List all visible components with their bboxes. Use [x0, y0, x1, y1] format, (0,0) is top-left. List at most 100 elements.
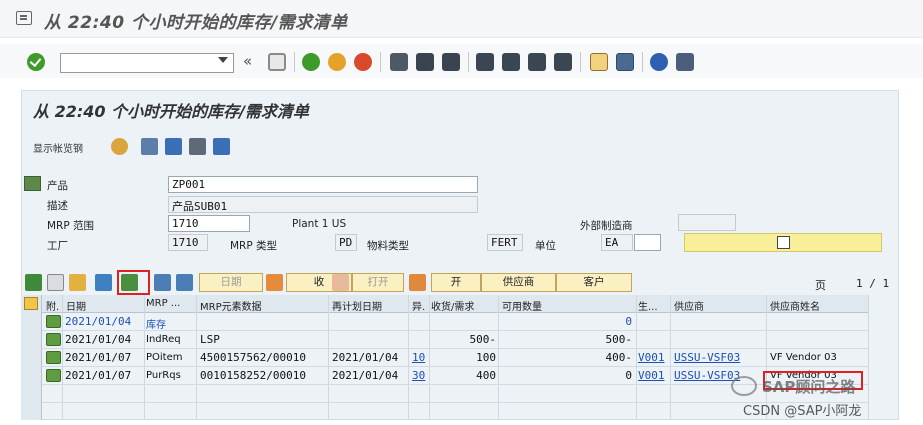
expand-icon[interactable]	[25, 274, 42, 291]
table-toolbar: 日期 收 打开 开 供应商 客户	[21, 272, 899, 294]
date-button[interactable]: 日期	[199, 273, 263, 292]
table-row[interactable]: 2021/01/04 IndReq LSP 500- 500-	[42, 331, 868, 349]
user-icon[interactable]	[111, 138, 128, 155]
material-type-label: 物料类型	[367, 240, 409, 252]
open-button[interactable]: 开	[431, 273, 481, 292]
page-label: 页	[815, 279, 826, 292]
column-header-element[interactable]: MRP元素数据	[200, 298, 262, 313]
mrp-type-field: PD	[335, 234, 357, 251]
cell-element-data: 4500157562/00010	[200, 351, 306, 364]
mrp-area-description: Plant 1 US	[292, 218, 347, 230]
find-icon[interactable]	[416, 53, 434, 71]
product-field[interactable]: ZP001	[168, 176, 478, 193]
first-page-icon[interactable]	[476, 53, 494, 71]
plant-label: 工厂	[47, 240, 68, 252]
row-selector-column	[21, 295, 42, 420]
sort-up-icon[interactable]	[154, 274, 171, 291]
row-detail-icon[interactable]	[46, 333, 61, 346]
find-next-icon[interactable]	[442, 53, 460, 71]
column-header-attach[interactable]: 附.	[46, 298, 59, 313]
cell-production[interactable]: V001	[638, 369, 665, 382]
binoculars-icon[interactable]	[47, 274, 64, 291]
enter-check-icon[interactable]	[27, 53, 45, 71]
chevron-down-icon[interactable]	[218, 57, 228, 63]
change-view-icon[interactable]	[95, 274, 112, 291]
cell-date: 2021/01/04	[65, 333, 132, 346]
row-detail-icon[interactable]	[46, 369, 61, 382]
row-detail-icon[interactable]	[46, 315, 61, 328]
product-icon[interactable]	[24, 176, 41, 191]
cell-exception[interactable]: 30	[412, 369, 425, 382]
column-header-available[interactable]: 可用数量	[502, 298, 542, 313]
show-overview-label[interactable]: 显示帐览钢	[33, 140, 83, 155]
cell-receipt-qty: 500-	[469, 333, 497, 346]
unit-label: 单位	[535, 240, 556, 252]
open-doc-icon[interactable]	[409, 274, 426, 291]
last-page-icon[interactable]	[554, 53, 572, 71]
table-row[interactable]: 2021/01/04 库存 0	[42, 313, 868, 331]
cell-production[interactable]: V001	[638, 351, 665, 364]
arrange-icon[interactable]	[213, 138, 230, 155]
column-header-reschedule[interactable]: 再计划日期	[332, 298, 382, 313]
cell-available-qty: 400-	[605, 351, 633, 364]
edit-icon	[777, 236, 790, 249]
row-detail-icon[interactable]	[46, 351, 61, 364]
settings-icon[interactable]	[189, 138, 206, 155]
help-icon[interactable]	[650, 53, 668, 71]
select-all-icon[interactable]	[24, 297, 38, 310]
watermark-title: SAP顾问之路	[762, 378, 856, 396]
cell-mrp-element: IndReq	[146, 334, 181, 345]
vendor-button[interactable]: 供应商	[481, 273, 556, 292]
column-header-production[interactable]: 生...	[638, 298, 658, 313]
cell-vendor[interactable]: USSU-VSF03	[674, 351, 740, 364]
wechat-icon	[731, 376, 757, 396]
previous-page-icon[interactable]	[502, 53, 520, 71]
cell-element-data: LSP	[200, 333, 220, 346]
column-header-receipt[interactable]: 收货/需求	[431, 298, 474, 313]
mrp-area-field[interactable]: 1710	[168, 215, 250, 232]
save-icon[interactable]	[268, 53, 286, 71]
layout-menu-icon[interactable]	[676, 53, 694, 71]
edit-pencil-icon[interactable]	[69, 274, 86, 291]
cell-mrp-element: PurRqs	[146, 370, 181, 381]
column-header-mrp[interactable]: MRP ...	[146, 298, 180, 309]
column-header-date[interactable]: 日期	[66, 298, 86, 313]
unit-extra-field[interactable]	[634, 234, 661, 251]
column-header-vendor[interactable]: 供应商	[674, 298, 704, 313]
plant-field: 1710	[168, 234, 208, 251]
column-header-vendor-name[interactable]: 供应商姓名	[770, 298, 820, 313]
window-menu-icon[interactable]	[16, 11, 32, 25]
filter-icon[interactable]	[165, 138, 182, 155]
command-field[interactable]	[60, 53, 234, 73]
open-print-icon[interactable]	[332, 274, 349, 291]
cell-available-qty: 0	[625, 369, 632, 382]
shortcut-icon[interactable]	[616, 53, 634, 71]
new-session-icon[interactable]	[590, 53, 608, 71]
customer-button[interactable]: 客户	[556, 273, 632, 292]
sort-down-icon[interactable]	[176, 274, 193, 291]
exit-icon[interactable]	[328, 53, 346, 71]
print-icon[interactable]	[390, 53, 408, 71]
cancel-icon[interactable]	[354, 53, 372, 71]
print-button[interactable]: 打开	[352, 273, 404, 292]
external-manufacturer-field	[678, 214, 736, 231]
detail-button[interactable]	[684, 233, 882, 252]
document-icon[interactable]	[266, 274, 283, 291]
table-header: 附. 日期 MRP ... MRP元素数据 再计划日期 异. 收货/需求 可用数…	[42, 295, 868, 313]
refresh-icon[interactable]	[141, 138, 158, 155]
cell-reschedule-date: 2021/01/04	[332, 369, 399, 382]
external-manufacturer-label: 外部制造商	[580, 220, 633, 232]
cell-element-data: 0010158252/00010	[200, 369, 306, 382]
column-header-exception[interactable]: 异.	[412, 298, 425, 313]
separator	[380, 52, 381, 72]
product-label: 产品	[47, 180, 68, 192]
next-page-icon[interactable]	[528, 53, 546, 71]
cell-vendor[interactable]: USSU-VSF03	[674, 369, 740, 382]
table-row[interactable]: 2021/01/07 POitem 4500157562/00010 2021/…	[42, 349, 868, 367]
separator	[468, 52, 469, 72]
separator	[294, 52, 295, 72]
back-icon[interactable]	[302, 53, 320, 71]
cell-exception[interactable]: 10	[412, 351, 425, 364]
back-history-icon[interactable]: «	[243, 52, 252, 70]
cell-date: 2021/01/04	[65, 315, 132, 328]
